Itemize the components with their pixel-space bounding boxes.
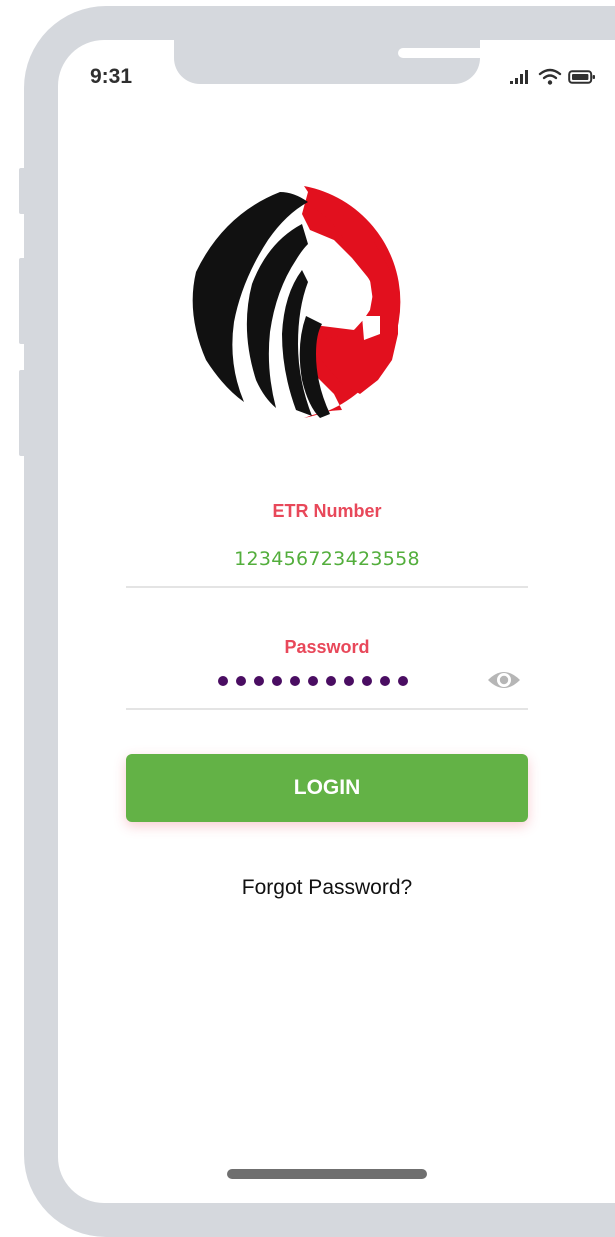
password-dot — [272, 676, 282, 686]
password-dot — [254, 676, 264, 686]
status-icons — [510, 66, 596, 88]
home-indicator[interactable] — [227, 1169, 427, 1179]
password-dot — [326, 676, 336, 686]
password-underline — [126, 708, 528, 710]
device-mockup: 9:31 ETR Number 123456723423558 Password… — [0, 0, 615, 1237]
password-dot — [236, 676, 246, 686]
battery-icon — [568, 70, 595, 84]
password-input[interactable] — [218, 676, 408, 686]
login-button[interactable]: LOGIN — [126, 754, 528, 822]
eye-icon[interactable] — [486, 666, 522, 694]
app-screen: 9:31 ETR Number 123456723423558 Password… — [58, 40, 615, 1203]
password-dot — [398, 676, 408, 686]
lion-logo — [192, 186, 401, 418]
signal-icon — [510, 70, 528, 84]
forgot-password-link[interactable]: Forgot Password? — [126, 876, 528, 900]
front-camera — [505, 42, 525, 62]
etr-number-label: ETR Number — [272, 501, 382, 521]
password-label: Password — [284, 637, 370, 657]
etr-number-input[interactable]: 123456723423558 — [126, 548, 528, 570]
status-time: 9:31 — [90, 65, 133, 88]
password-dot — [344, 676, 354, 686]
password-dot — [218, 676, 228, 686]
password-dot — [290, 676, 300, 686]
password-dot — [308, 676, 318, 686]
speaker — [398, 48, 488, 58]
password-dot — [380, 676, 390, 686]
password-dot — [362, 676, 372, 686]
wifi-icon — [538, 68, 562, 85]
etr-number-underline — [126, 586, 528, 588]
notch — [174, 40, 525, 84]
